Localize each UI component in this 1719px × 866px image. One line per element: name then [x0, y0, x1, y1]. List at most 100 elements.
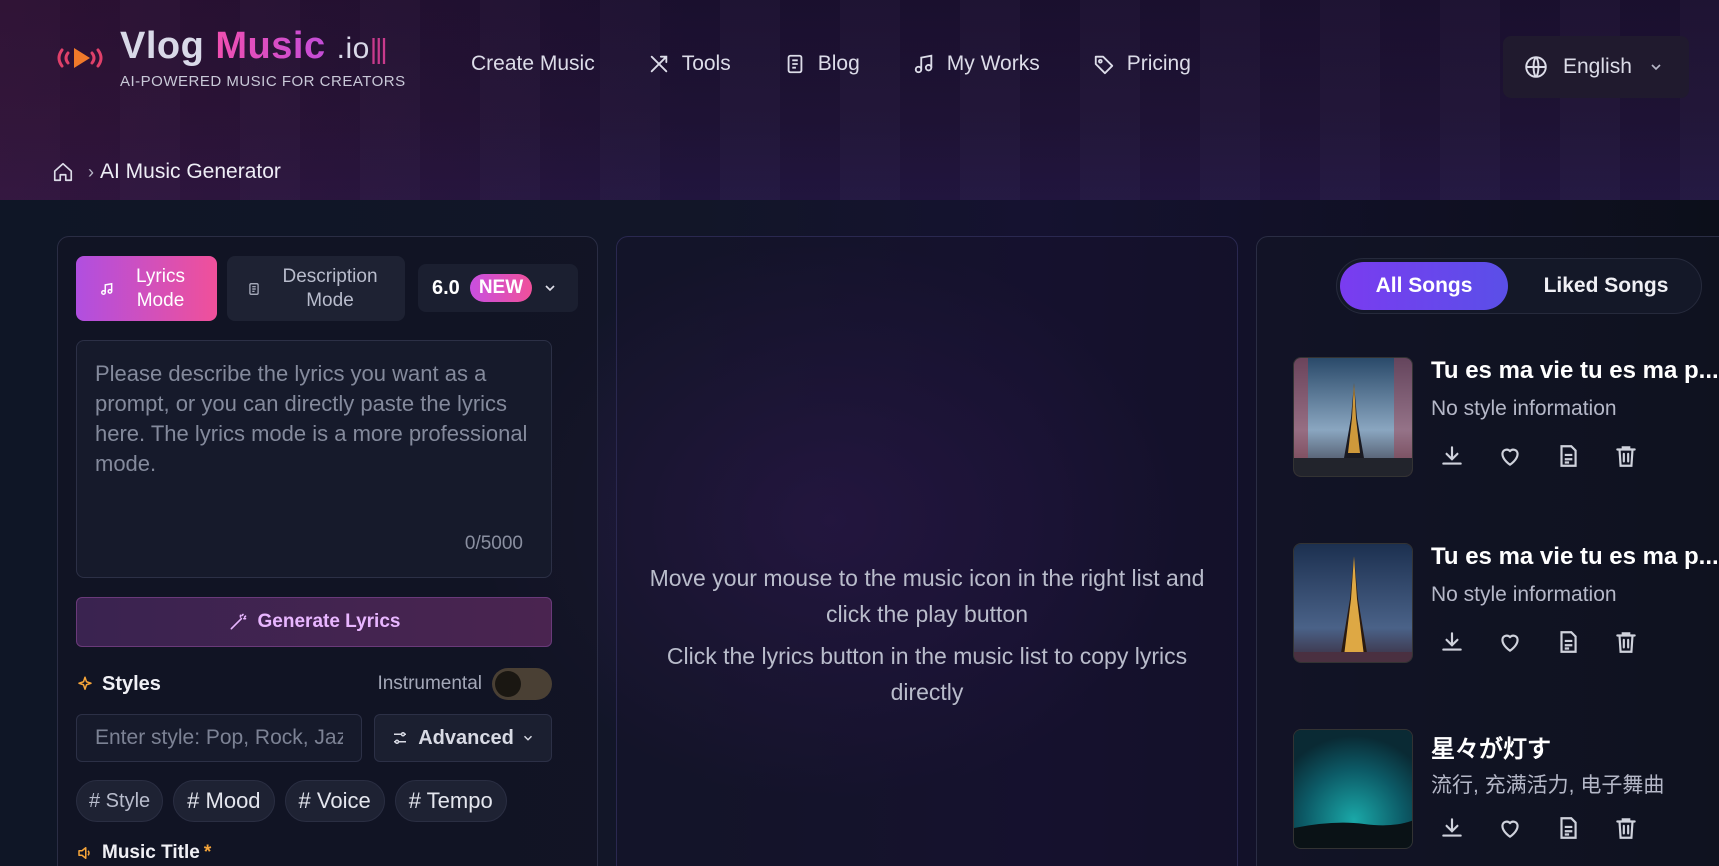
brand-bars: ||| [369, 33, 388, 64]
nav-create-music[interactable]: Create Music [471, 52, 595, 76]
nav-item-label: Tools [681, 52, 731, 75]
trash-icon[interactable] [1613, 629, 1671, 655]
tools-icon [650, 55, 667, 73]
nav-my-works[interactable]: My Works [913, 52, 1040, 76]
document-icon [787, 54, 803, 74]
brand-name-part1: Vlog [120, 25, 205, 67]
character-counter: 0/5000 [464, 533, 523, 554]
globe-icon [1525, 56, 1547, 78]
speaker-icon [78, 847, 90, 859]
player-hint-line1: Move your mouse to the music icon in the… [649, 565, 1205, 627]
lyrics-mode-label: Lyrics Mode [136, 265, 185, 311]
main-nav: Create Music Tools Blog My Works Pricing [471, 52, 1244, 76]
heart-icon[interactable] [1497, 443, 1555, 469]
home-icon[interactable] [52, 161, 74, 183]
tab-liked-songs[interactable]: Liked Songs [1515, 262, 1697, 310]
chip-mood[interactable]: # Mood [173, 780, 275, 822]
song-item[interactable]: Tu es ma vie tu es ma p... No style info… [1293, 543, 1719, 663]
song-item[interactable]: Tu es ma vie tu es ma p... No style info… [1293, 357, 1719, 477]
lyrics-mode-button[interactable]: Lyrics Mode [76, 256, 217, 321]
chip-voice[interactable]: # Voice [284, 780, 385, 822]
trash-icon[interactable] [1613, 815, 1671, 841]
toggle-knob [495, 671, 521, 697]
download-icon[interactable] [1439, 815, 1497, 841]
new-badge: NEW [469, 274, 533, 302]
download-icon[interactable] [1439, 629, 1497, 655]
song-title: 星々が灯す [1431, 736, 1551, 763]
song-style: 流行, 充满活力, 电子舞曲 [1431, 774, 1665, 797]
player-hint-line2: Click the lyrics button in the music lis… [666, 643, 1188, 705]
song-item[interactable]: 星々が灯す 流行, 充满活力, 电子舞曲 [1293, 729, 1719, 849]
song-title: Tu es ma vie tu es ma p... [1431, 357, 1719, 384]
song-title: Tu es ma vie tu es ma p... [1431, 543, 1719, 570]
chip-tempo[interactable]: # Tempo [394, 780, 507, 822]
breadcrumb-current: AI Music Generator [100, 160, 281, 183]
nav-pricing[interactable]: Pricing [1093, 52, 1191, 76]
description-mode-label: Description Mode [282, 265, 378, 311]
nav-blog[interactable]: Blog [784, 52, 860, 76]
nav-item-label: My Works [946, 52, 1040, 75]
lyrics-icon[interactable] [1555, 443, 1613, 469]
chevron-down-icon [545, 285, 555, 292]
sparkle-icon [78, 676, 92, 690]
song-tabs: All Songs Liked Songs [1336, 258, 1702, 314]
nav-tools[interactable]: Tools [648, 52, 731, 76]
nav-item-label: Pricing [1126, 52, 1191, 75]
brand-name-part2: Music [215, 25, 326, 67]
language-label: English [1563, 55, 1632, 78]
music-title-text: Music Title [102, 842, 200, 863]
player-panel [616, 236, 1238, 866]
song-actions [1439, 815, 1671, 841]
song-actions [1439, 443, 1671, 469]
advanced-label: Advanced [418, 726, 514, 749]
trash-icon[interactable] [1613, 443, 1671, 469]
nav-item-label: Create Music [471, 52, 595, 75]
music-note-icon [914, 54, 933, 74]
music-note-icon [100, 282, 112, 295]
lyrics-icon[interactable] [1555, 815, 1613, 841]
style-input[interactable] [76, 714, 362, 762]
advanced-button[interactable]: Advanced [374, 714, 552, 762]
tab-all-songs[interactable]: All Songs [1340, 262, 1508, 310]
magic-wand-icon [230, 613, 246, 630]
version-number: 6.0 [432, 276, 460, 299]
lyrics-placeholder: Please describe the lyrics you want as a… [95, 361, 528, 476]
price-tag-icon [1094, 55, 1113, 75]
lyrics-icon[interactable] [1555, 629, 1613, 655]
chevron-down-icon [1651, 64, 1661, 71]
music-title-label: Music Title * [76, 842, 211, 864]
document-icon [249, 282, 259, 295]
heart-icon[interactable] [1497, 815, 1555, 841]
logo[interactable]: Vlog Music .io||| AI-POWERED MUSIC FOR C… [52, 26, 405, 90]
brand-suffix: .io [336, 32, 370, 65]
song-cover[interactable] [1293, 729, 1413, 849]
chevron-down-icon [523, 735, 532, 741]
sliders-icon [394, 732, 407, 744]
song-cover[interactable] [1293, 357, 1413, 477]
song-cover[interactable] [1293, 543, 1413, 663]
nav-item-label: Blog [817, 52, 860, 75]
style-chips: # Style # Mood # Voice # Tempo [76, 780, 517, 822]
language-selector[interactable]: English [1503, 36, 1689, 98]
lyrics-textarea[interactable]: Please describe the lyrics you want as a… [76, 340, 552, 578]
generate-lyrics-button[interactable]: Generate Lyrics [76, 597, 552, 647]
download-icon[interactable] [1439, 443, 1497, 469]
player-hint: Move your mouse to the music icon in the… [636, 560, 1218, 710]
description-mode-button[interactable]: Description Mode [227, 256, 405, 321]
model-version-select[interactable]: 6.0 NEW [418, 264, 578, 312]
breadcrumb-separator-icon: › [88, 161, 94, 182]
generate-lyrics-label: Generate Lyrics [257, 611, 401, 632]
styles-label: Styles [102, 672, 161, 695]
song-actions [1439, 629, 1671, 655]
brand-tagline: AI-POWERED MUSIC FOR CREATORS [120, 73, 405, 90]
styles-row: Styles Instrumental [76, 668, 552, 700]
song-style: No style information [1431, 397, 1617, 420]
brand-name: Vlog Music .io||| [120, 26, 405, 69]
breadcrumb: › AI Music Generator [52, 160, 281, 184]
heart-icon[interactable] [1497, 629, 1555, 655]
logo-mark-icon [52, 30, 108, 86]
song-style: No style information [1431, 583, 1617, 606]
chip-style[interactable]: # Style [76, 780, 164, 822]
instrumental-toggle[interactable] [492, 668, 552, 700]
instrumental-label: Instrumental [377, 673, 482, 694]
